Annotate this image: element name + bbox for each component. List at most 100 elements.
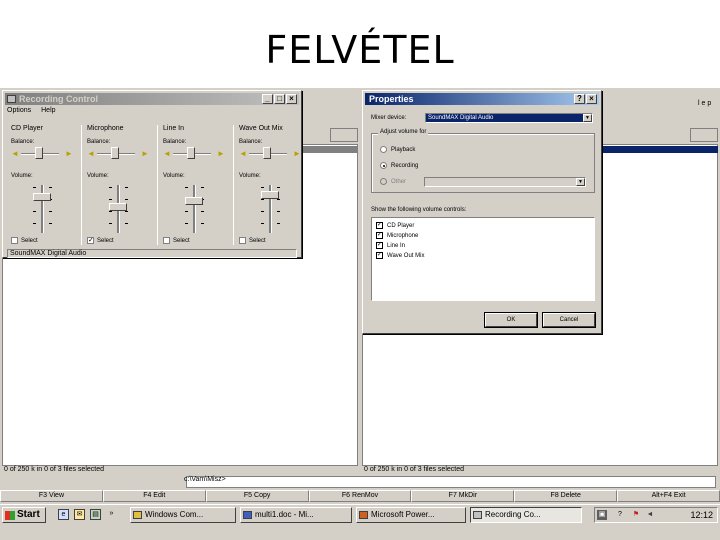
ok-button[interactable]: OK bbox=[485, 313, 537, 327]
file-manager-menu-fragment[interactable]: l e p bbox=[698, 100, 711, 107]
system-tray: ▣ ? ⚑ ◄ 12:12 bbox=[594, 507, 718, 523]
help-icon[interactable]: ? bbox=[615, 510, 625, 520]
fkey-exit[interactable]: Alt+F4 Exit bbox=[617, 490, 720, 502]
help-button[interactable]: ? bbox=[574, 94, 585, 104]
balance-slider-thumb[interactable] bbox=[111, 147, 119, 159]
volume-controls-list[interactable]: ✓ CD Player ✓ Microphone ✓ Line In ✓ Wav… bbox=[371, 217, 595, 301]
task-powerpoint[interactable]: Microsoft Power... bbox=[356, 507, 466, 523]
fkey-edit[interactable]: F4 Edit bbox=[102, 490, 206, 502]
fkey-view[interactable]: F3 View bbox=[0, 490, 103, 502]
balance-slider-thumb[interactable] bbox=[263, 147, 271, 159]
speaker-left-icon: ◄ bbox=[239, 149, 247, 158]
right-drive-button[interactable] bbox=[690, 128, 718, 142]
fkey-copy[interactable]: F5 Copy bbox=[205, 490, 309, 502]
task-word-document[interactable]: multi1.doc - Mi... bbox=[240, 507, 352, 523]
volume-slider-thumb[interactable] bbox=[261, 191, 279, 199]
radio-button[interactable] bbox=[380, 178, 387, 185]
radio-recording[interactable]: Recording bbox=[380, 162, 418, 169]
radio-button[interactable] bbox=[380, 162, 387, 169]
radio-playback[interactable]: Playback bbox=[380, 146, 415, 153]
select-checkbox[interactable]: Select bbox=[11, 237, 38, 244]
close-button[interactable]: × bbox=[586, 94, 597, 104]
flag-icon[interactable]: ⚑ bbox=[631, 510, 641, 520]
other-device-select[interactable]: ▼ bbox=[424, 177, 586, 187]
balance-slider-thumb[interactable] bbox=[35, 147, 43, 159]
balance-label: Balance: bbox=[239, 139, 263, 145]
select-label: Select bbox=[249, 237, 266, 244]
start-button[interactable]: Start bbox=[2, 507, 46, 523]
fkey-delete[interactable]: F8 Delete bbox=[514, 490, 618, 502]
select-checkbox[interactable]: Select bbox=[239, 237, 266, 244]
task-label: Windows Com... bbox=[145, 510, 204, 519]
minimize-button[interactable]: _ bbox=[262, 94, 273, 104]
chevron-down-icon[interactable]: ▼ bbox=[576, 178, 585, 186]
list-item[interactable]: ✓ Line In bbox=[376, 242, 405, 249]
show-controls-label: Show the following volume controls: bbox=[371, 207, 467, 213]
select-label: Select bbox=[97, 237, 114, 244]
desktop-icon[interactable]: ▤ bbox=[90, 509, 101, 520]
speaker-left-icon: ◄ bbox=[11, 149, 19, 158]
left-drive-button[interactable] bbox=[330, 128, 358, 142]
recording-control-titlebar[interactable]: Recording Control _ □ × bbox=[5, 93, 299, 105]
balance-label: Balance: bbox=[163, 139, 187, 145]
list-checkbox[interactable]: ✓ bbox=[376, 242, 383, 249]
mixer-device-select[interactable]: SoundMAX Digital Audio ▼ bbox=[425, 113, 593, 123]
select-label: Select bbox=[173, 237, 190, 244]
select-checkbox[interactable]: ✓ Select bbox=[87, 237, 114, 244]
menu-help[interactable]: Help bbox=[41, 107, 55, 114]
outlook-icon[interactable]: ✉ bbox=[74, 509, 85, 520]
radio-other[interactable]: Other bbox=[380, 178, 406, 185]
cancel-button[interactable]: Cancel bbox=[543, 313, 595, 327]
close-button[interactable]: × bbox=[286, 94, 297, 104]
select-checkbox-box[interactable] bbox=[11, 237, 18, 244]
volume-slider-thumb[interactable] bbox=[33, 193, 51, 201]
volume-label: Volume: bbox=[11, 173, 33, 179]
menu-options[interactable]: Options bbox=[7, 107, 31, 114]
select-checkbox[interactable]: Select bbox=[163, 237, 190, 244]
channel-wave-out-mix: Wave Out Mix Balance: ◄ ► Volume: Select bbox=[235, 125, 307, 245]
speaker-left-icon: ◄ bbox=[87, 149, 95, 158]
task-windows-commander[interactable]: Windows Com... bbox=[130, 507, 236, 523]
volume-label: Volume: bbox=[87, 173, 109, 179]
list-checkbox[interactable]: ✓ bbox=[376, 222, 383, 229]
balance-label: Balance: bbox=[11, 139, 35, 145]
list-item-label: Line In bbox=[387, 242, 406, 249]
ie-icon[interactable]: e bbox=[58, 509, 69, 520]
chevron-down-icon[interactable]: ▼ bbox=[583, 114, 592, 122]
maximize-button[interactable]: □ bbox=[274, 94, 285, 104]
select-checkbox-box[interactable]: ✓ bbox=[87, 237, 94, 244]
device-status-bar: SoundMAX Digital Audio bbox=[7, 249, 297, 258]
list-item[interactable]: ✓ Microphone bbox=[376, 232, 418, 239]
fkey-mkdir[interactable]: F7 MkDir bbox=[411, 490, 515, 502]
volume-slider-thumb[interactable] bbox=[185, 197, 203, 205]
speaker-app-icon bbox=[7, 95, 16, 103]
radio-button[interactable] bbox=[380, 146, 387, 153]
task-label: Microsoft Power... bbox=[371, 510, 435, 519]
slide-title: FELVÉTEL bbox=[265, 28, 455, 72]
command-line-input[interactable] bbox=[186, 476, 716, 488]
channel-name: Microphone bbox=[87, 125, 124, 132]
recording-control-menubar: Options Help bbox=[7, 107, 56, 114]
volume-icon[interactable]: ◄ bbox=[645, 510, 655, 520]
task-recording-control[interactable]: Recording Co... bbox=[470, 507, 582, 523]
select-checkbox-box[interactable] bbox=[239, 237, 246, 244]
volume-slider-thumb[interactable] bbox=[109, 203, 127, 211]
list-item[interactable]: ✓ Wave Out Mix bbox=[376, 252, 424, 259]
list-item-label: Microphone bbox=[387, 232, 419, 239]
command-path: c:\Vam\Misz> bbox=[184, 476, 226, 483]
channel-name: Line In bbox=[163, 125, 185, 132]
fkey-renmov[interactable]: F6 RenMov bbox=[308, 490, 412, 502]
network-icon[interactable]: ▣ bbox=[597, 510, 607, 520]
select-checkbox-box[interactable] bbox=[163, 237, 170, 244]
volume-track[interactable] bbox=[193, 185, 196, 233]
list-item-label: Wave Out Mix bbox=[387, 252, 425, 259]
list-checkbox[interactable]: ✓ bbox=[376, 252, 383, 259]
balance-slider-thumb[interactable] bbox=[187, 147, 195, 159]
recording-control-title: Recording Control bbox=[19, 94, 98, 104]
list-item[interactable]: ✓ CD Player bbox=[376, 222, 414, 229]
radio-label: Other bbox=[391, 178, 407, 185]
properties-titlebar[interactable]: Properties ? × bbox=[365, 93, 599, 105]
list-checkbox[interactable]: ✓ bbox=[376, 232, 383, 239]
more-icon[interactable]: » bbox=[106, 509, 117, 520]
speaker-right-icon: ► bbox=[141, 149, 149, 158]
